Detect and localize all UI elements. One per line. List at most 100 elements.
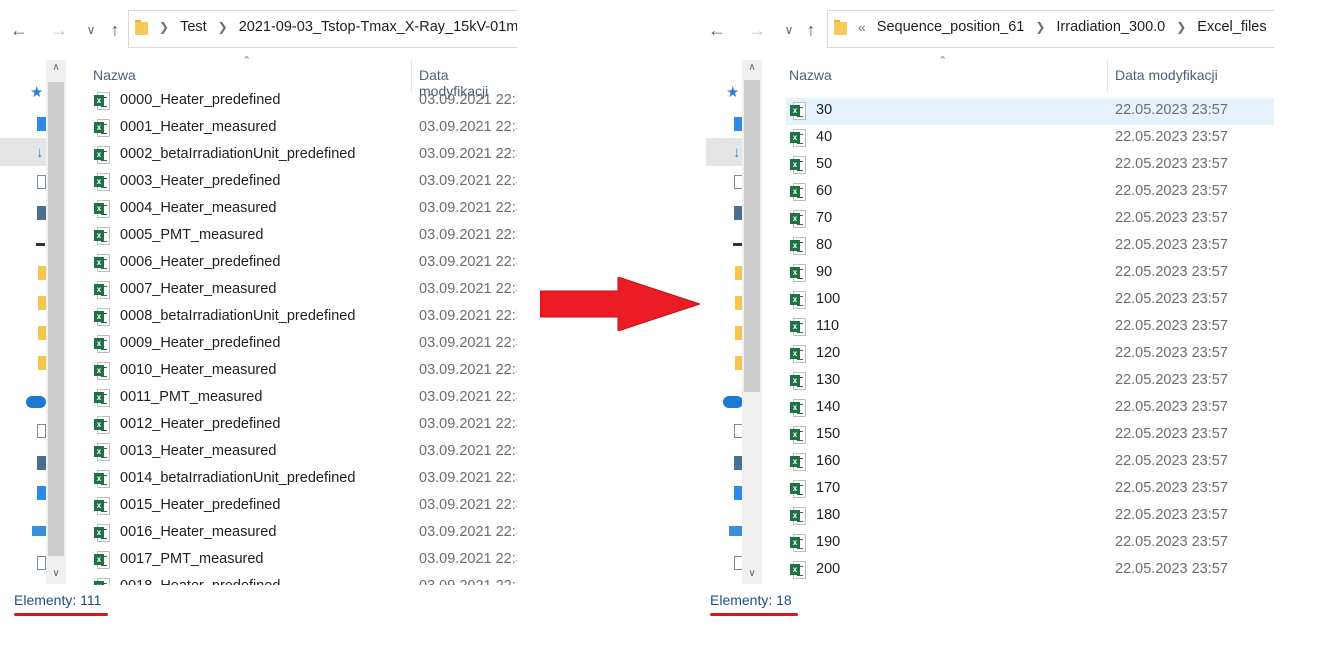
file-name: 0004_Heater_measured — [120, 200, 277, 216]
drive-icon[interactable] — [733, 243, 742, 246]
file-row[interactable]: x 40 22.05.2023 23:57 — [786, 125, 1274, 152]
breadcrumb[interactable]: « Sequence_position_61 ❯ Irradiation_300… — [827, 10, 1274, 48]
file-row[interactable]: x 70 22.05.2023 23:57 — [786, 206, 1274, 233]
forward-arrow-icon[interactable]: → — [746, 19, 768, 41]
onedrive-icon[interactable] — [26, 396, 46, 408]
breadcrumb-item[interactable]: Excel_files — [1197, 19, 1266, 35]
drive-icon[interactable] — [36, 243, 45, 246]
desktop-icon[interactable] — [37, 486, 46, 500]
file-row[interactable]: x 200 22.05.2023 23:57 — [786, 557, 1274, 584]
file-row[interactable]: x 0011_PMT_measured 03.09.2021 22:3 — [66, 385, 517, 412]
status-item-count: Elementy: 111 — [14, 592, 102, 608]
breadcrumb-item[interactable]: Test — [180, 19, 207, 35]
file-name: 200 — [816, 561, 841, 577]
file-row[interactable]: x 0006_Heater_predefined 03.09.2021 22:3 — [66, 250, 517, 277]
breadcrumb[interactable]: ❯ Test ❯ 2021-09-03_Tstop-Tmax_X-Ray_15k… — [128, 10, 517, 48]
address-bar: ← → ∨ ↑ « Sequence_position_61 ❯ Irradia… — [706, 0, 1274, 55]
column-header-name[interactable]: Nazwa — [93, 67, 136, 83]
star-icon[interactable]: ★ — [726, 85, 740, 100]
download-icon[interactable]: ↓ — [733, 145, 742, 160]
scroll-up-icon[interactable]: ∧ — [46, 62, 66, 73]
excel-file-icon: x — [790, 345, 806, 363]
file-row[interactable]: x 0004_Heater_measured 03.09.2021 22:3 — [66, 196, 517, 223]
file-row[interactable]: x 140 22.05.2023 23:57 — [786, 395, 1274, 422]
file-row[interactable]: x 0001_Heater_measured 03.09.2021 22:3 — [66, 115, 517, 142]
file-row[interactable]: x 120 22.05.2023 23:57 — [786, 341, 1274, 368]
file-row[interactable]: x 90 22.05.2023 23:57 — [786, 260, 1274, 287]
chevron-down-icon[interactable]: ∨ — [80, 19, 102, 41]
file-date: 03.09.2021 22:3 — [419, 362, 517, 378]
nav-scrollbar[interactable]: ∧ ∨ — [46, 60, 66, 584]
file-row[interactable]: x 0009_Heater_predefined 03.09.2021 22:3 — [66, 331, 517, 358]
file-row[interactable]: x 170 22.05.2023 23:57 — [786, 476, 1274, 503]
file-row[interactable]: x 0000_Heater_predefined 03.09.2021 22:3 — [66, 88, 517, 115]
file-row[interactable]: x 180 22.05.2023 23:57 — [786, 503, 1274, 530]
file-row[interactable]: x 0010_Heater_measured 03.09.2021 22:3 — [66, 358, 517, 385]
scroll-down-icon[interactable]: ∨ — [46, 568, 66, 579]
file-row[interactable]: x 130 22.05.2023 23:57 — [786, 368, 1274, 395]
file-row[interactable]: x 0015_Heater_predefined 03.09.2021 22:3 — [66, 493, 517, 520]
file-row[interactable]: x 0003_Heater_predefined 03.09.2021 22:3 — [66, 169, 517, 196]
column-header-name[interactable]: Nazwa — [789, 67, 832, 83]
file-row[interactable]: x 0007_Heater_measured 03.09.2021 22:3 — [66, 277, 517, 304]
back-arrow-icon[interactable]: ← — [8, 19, 30, 41]
chevron-right-icon: ❯ — [1176, 20, 1187, 34]
breadcrumb-item[interactable]: Sequence_position_61 — [877, 19, 1025, 35]
pictures-icon[interactable] — [37, 206, 46, 220]
file-row[interactable]: x 30 22.05.2023 23:57 — [786, 98, 1274, 125]
file-date: 22.05.2023 23:57 — [1115, 183, 1228, 199]
breadcrumb-overflow[interactable]: « — [858, 19, 866, 35]
file-row[interactable]: x 80 22.05.2023 23:57 — [786, 233, 1274, 260]
forward-arrow-icon[interactable]: → — [48, 19, 70, 41]
scrollbar-thumb[interactable] — [48, 82, 64, 556]
scroll-up-icon[interactable]: ∧ — [742, 62, 762, 73]
star-icon[interactable]: ★ — [30, 85, 44, 100]
file-row[interactable]: x 100 22.05.2023 23:57 — [786, 287, 1274, 314]
column-header-date[interactable]: Data modyfikacji — [1115, 67, 1218, 83]
file-row[interactable]: x 0002_betaIrradiationUnit_predefined 03.0… — [66, 142, 517, 169]
file-row[interactable]: x 50 22.05.2023 23:57 — [786, 152, 1274, 179]
file-row[interactable]: x 0008_betaIrradiationUnit_predefined 03.0… — [66, 304, 517, 331]
file-name: 0006_Heater_predefined — [120, 254, 281, 270]
nav-scrollbar[interactable]: ∧ ∨ — [742, 60, 762, 584]
excel-file-icon: x — [94, 308, 110, 326]
excel-file-icon: x — [790, 534, 806, 552]
document-icon[interactable] — [37, 175, 46, 189]
file-row[interactable]: x 150 22.05.2023 23:57 — [786, 422, 1274, 449]
breadcrumb-item[interactable]: Irradiation_300.0 — [1056, 19, 1165, 35]
excel-file-icon: x — [790, 156, 806, 174]
folder-icon — [834, 19, 848, 35]
file-row[interactable]: x 0012_Heater_predefined 03.09.2021 22:3 — [66, 412, 517, 439]
file-row[interactable]: x 160 22.05.2023 23:57 — [786, 449, 1274, 476]
scrollbar-thumb[interactable] — [744, 80, 760, 392]
file-date: 03.09.2021 22:3 — [419, 416, 517, 432]
excel-file-icon: x — [94, 119, 110, 137]
download-icon[interactable]: ↓ — [36, 145, 45, 160]
chevron-down-icon[interactable]: ∨ — [778, 19, 800, 41]
file-row[interactable]: x 110 22.05.2023 23:57 — [786, 314, 1274, 341]
breadcrumb-item[interactable]: 2021-09-03_Tstop-Tmax_X-Ray_15kV-01mA — [239, 19, 517, 35]
file-row[interactable]: x 60 22.05.2023 23:57 — [786, 179, 1274, 206]
pictures-icon[interactable] — [37, 456, 46, 470]
file-date: 03.09.2021 22:3 — [419, 281, 517, 297]
file-row[interactable]: x 0018_Heater_predefined 03.09.2021 22:3 — [66, 574, 517, 585]
up-arrow-icon[interactable]: ↑ — [104, 19, 126, 41]
document-icon[interactable] — [37, 424, 46, 438]
onedrive-icon[interactable] — [723, 396, 743, 408]
file-row[interactable]: x 0014_betaIrradiationUnit_predefined 03.0… — [66, 466, 517, 493]
back-arrow-icon[interactable]: ← — [706, 19, 728, 41]
document-icon[interactable] — [37, 556, 46, 570]
file-name: 0010_Heater_measured — [120, 362, 277, 378]
computer-icon[interactable] — [32, 526, 46, 536]
scroll-down-icon[interactable]: ∨ — [742, 568, 762, 579]
file-row[interactable]: x 0013_Heater_measured 03.09.2021 22:3 — [66, 439, 517, 466]
file-row[interactable]: x 0016_Heater_measured 03.09.2021 22:3 — [66, 520, 517, 547]
file-row[interactable]: x 0005_PMT_measured 03.09.2021 22:3 — [66, 223, 517, 250]
column-divider[interactable] — [1107, 60, 1108, 92]
file-row[interactable]: x 190 22.05.2023 23:57 — [786, 530, 1274, 557]
desktop-icon[interactable] — [37, 117, 46, 131]
file-row[interactable]: x 0017_PMT_measured 03.09.2021 22:3 — [66, 547, 517, 574]
computer-icon[interactable] — [729, 526, 743, 536]
up-arrow-icon[interactable]: ↑ — [800, 19, 822, 41]
excel-file-icon: x — [94, 578, 110, 585]
